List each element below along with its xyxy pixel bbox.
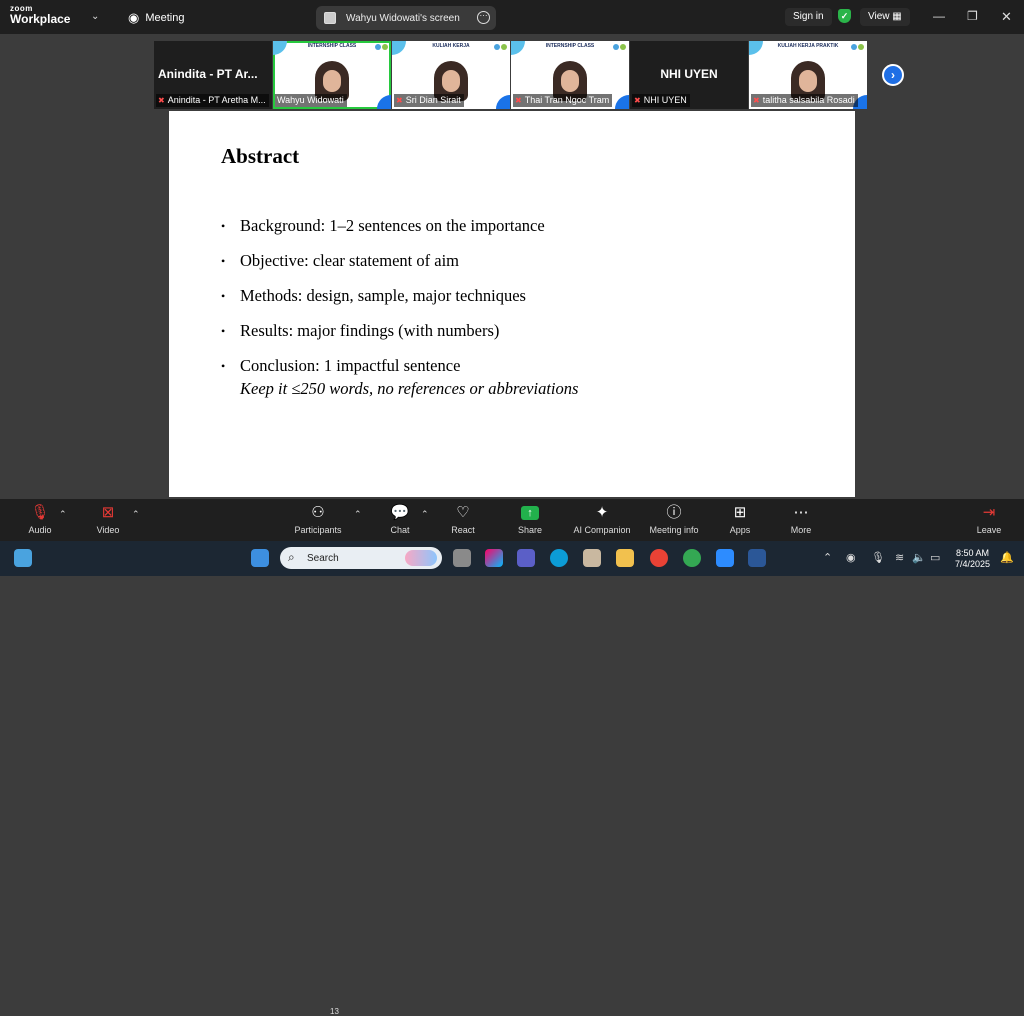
leave-icon: ⇥ <box>982 504 996 521</box>
list-item: • Methods: design, sample, major techniqu… <box>221 286 526 305</box>
volume-icon[interactable]: 🔈 <box>912 551 926 564</box>
wifi-icon[interactable]: ≋ <box>895 551 904 564</box>
meeting-tab[interactable]: ◉ Meeting <box>128 10 184 26</box>
participants-button[interactable]: ⚇ Participants <box>290 503 346 535</box>
grid-icon: ▦ <box>892 11 902 22</box>
taskbar-clock[interactable]: 8:50 AM 7/4/2025 <box>955 548 990 570</box>
ai-companion-button[interactable]: ✦ AI Companion <box>570 503 634 535</box>
tray-overflow-icon[interactable]: ⌃ <box>823 551 832 564</box>
participant-tile[interactable]: Anindita - PT Ar... ✖ Anindita - PT Areth… <box>154 41 272 109</box>
mic-muted-icon: ✖ <box>396 96 403 105</box>
more-icon: ⋯ <box>793 504 809 521</box>
chrome-profile-icon[interactable] <box>683 549 701 567</box>
battery-icon[interactable]: ▭ <box>930 551 940 564</box>
more-options-icon[interactable]: ··· <box>477 11 490 24</box>
chevron-down-icon[interactable]: ⌄ <box>91 11 99 22</box>
search-icon: ⌕ <box>288 550 295 564</box>
task-view-icon[interactable] <box>453 549 471 567</box>
participant-tile[interactable]: NHI UYEN ✖ NHI UYEN <box>630 41 748 109</box>
chrome-icon[interactable] <box>650 549 668 567</box>
mic-muted-icon: ✖ <box>515 96 522 105</box>
share-screen-icon: ↑ <box>521 506 539 520</box>
participant-tile[interactable]: INTERNSHIP CLASS ✖ Thai Tran Ngoc Tram <box>511 41 629 109</box>
encryption-shield-icon[interactable]: ✓ <box>838 9 851 23</box>
participant-tile[interactable]: INTERNSHIP CLASS Wahyu Widowati <box>273 41 391 109</box>
meeting-info-button[interactable]: ⓘ Meeting info <box>645 503 703 535</box>
widgets-icon[interactable] <box>14 549 32 567</box>
slide-note: Keep it ≤250 words, no references or abb… <box>240 379 579 398</box>
restore-icon[interactable]: ❐ <box>967 9 978 23</box>
sign-in-button[interactable]: Sign in <box>785 8 832 26</box>
app-icon[interactable] <box>583 549 601 567</box>
meeting-toolbar: 🎙 Audio ⌃ ⊠ Video ⌃ ⚇ Participants 13 ⌃ 💬 Ch… <box>0 499 1024 1016</box>
react-button[interactable]: ♡ React <box>448 503 478 535</box>
camera-off-icon: ⊠ <box>101 504 115 521</box>
list-item: • Results: major findings (with numbers) <box>221 321 500 340</box>
edge-icon[interactable] <box>550 549 568 567</box>
windows-taskbar: ⌕ Search ⌃ ◉ 🎙 ≋ 🔈 ▭ 8:50 AM 7/4/2025 🔔 <box>0 541 1024 576</box>
participants-icon: ⚇ <box>311 504 325 521</box>
video-options-caret[interactable]: ⌃ <box>132 509 140 520</box>
taskbar-search[interactable]: ⌕ Search <box>280 547 442 569</box>
tray-app-icon[interactable]: ◉ <box>846 551 856 564</box>
close-icon[interactable]: ✕ <box>1001 9 1012 25</box>
shared-slide: Abstract • Background: 1–2 sentences on t… <box>169 111 855 497</box>
info-icon: ⓘ <box>666 504 682 521</box>
more-button[interactable]: ⋯ More <box>787 503 815 535</box>
word-icon[interactable] <box>748 549 766 567</box>
view-button[interactable]: View ▦ <box>860 8 910 26</box>
slide-bullets: • Background: 1–2 sentences on the import… <box>221 215 545 390</box>
heart-icon: ♡ <box>456 504 470 521</box>
notification-bell-icon[interactable]: 🔔 <box>1000 551 1014 564</box>
audio-button[interactable]: 🎙 Audio <box>24 503 56 535</box>
audio-options-caret[interactable]: ⌃ <box>59 509 67 520</box>
video-button[interactable]: ⊠ Video <box>92 503 124 535</box>
list-item: • Background: 1–2 sentences on the import… <box>221 216 545 235</box>
copilot-icon[interactable] <box>485 549 503 567</box>
search-highlight-icon <box>405 550 437 566</box>
sparkle-icon: ✦ <box>595 504 609 521</box>
apps-icon: ⊞ <box>733 504 747 521</box>
participant-tile[interactable]: KULIAH KERJA ✖ Sri Dian Sirait <box>392 41 510 109</box>
mic-muted-icon: 🎙 <box>30 504 50 521</box>
slide-title: Abstract <box>221 144 300 168</box>
participants-count: 13 <box>330 1007 339 1016</box>
mic-muted-icon: ✖ <box>634 96 641 105</box>
minimize-icon[interactable]: — <box>933 9 945 23</box>
participant-gallery: Anindita - PT Ar... ✖ Anindita - PT Areth… <box>154 41 868 109</box>
gallery-next-button[interactable]: › <box>882 64 904 86</box>
file-explorer-icon[interactable] <box>616 549 634 567</box>
screen-icon <box>324 12 336 24</box>
mic-muted-icon: ✖ <box>158 96 165 105</box>
zoom-icon[interactable] <box>716 549 734 567</box>
list-item: • Objective: clear statement of aim <box>221 251 459 270</box>
leave-button[interactable]: ⇥ Leave <box>974 503 1004 535</box>
teams-icon[interactable] <box>517 549 535 567</box>
zoom-logo: zoom Workplace <box>10 4 71 26</box>
start-icon[interactable] <box>251 549 269 567</box>
people-icon: ◉ <box>128 10 140 25</box>
share-button[interactable]: ↑ Share <box>515 503 545 535</box>
participants-options-caret[interactable]: ⌃ <box>354 509 362 520</box>
shared-screen-tab[interactable]: Wahyu Widowati's screen ··· <box>316 6 496 30</box>
chat-options-caret[interactable]: ⌃ <box>421 509 429 520</box>
participant-tile[interactable]: KULIAH KERJA PRAKTIK ✖ talitha salsabila … <box>749 41 867 109</box>
chat-icon: 💬 <box>390 504 410 521</box>
mic-muted-icon: ✖ <box>753 96 760 105</box>
microphone-icon[interactable]: 🎙 <box>871 551 885 564</box>
apps-button[interactable]: ⊞ Apps <box>726 503 754 535</box>
chat-button[interactable]: 💬 Chat <box>386 503 414 535</box>
title-bar: zoom Workplace ⌄ ◉ Meeting Wahyu Widowat… <box>0 0 1024 34</box>
